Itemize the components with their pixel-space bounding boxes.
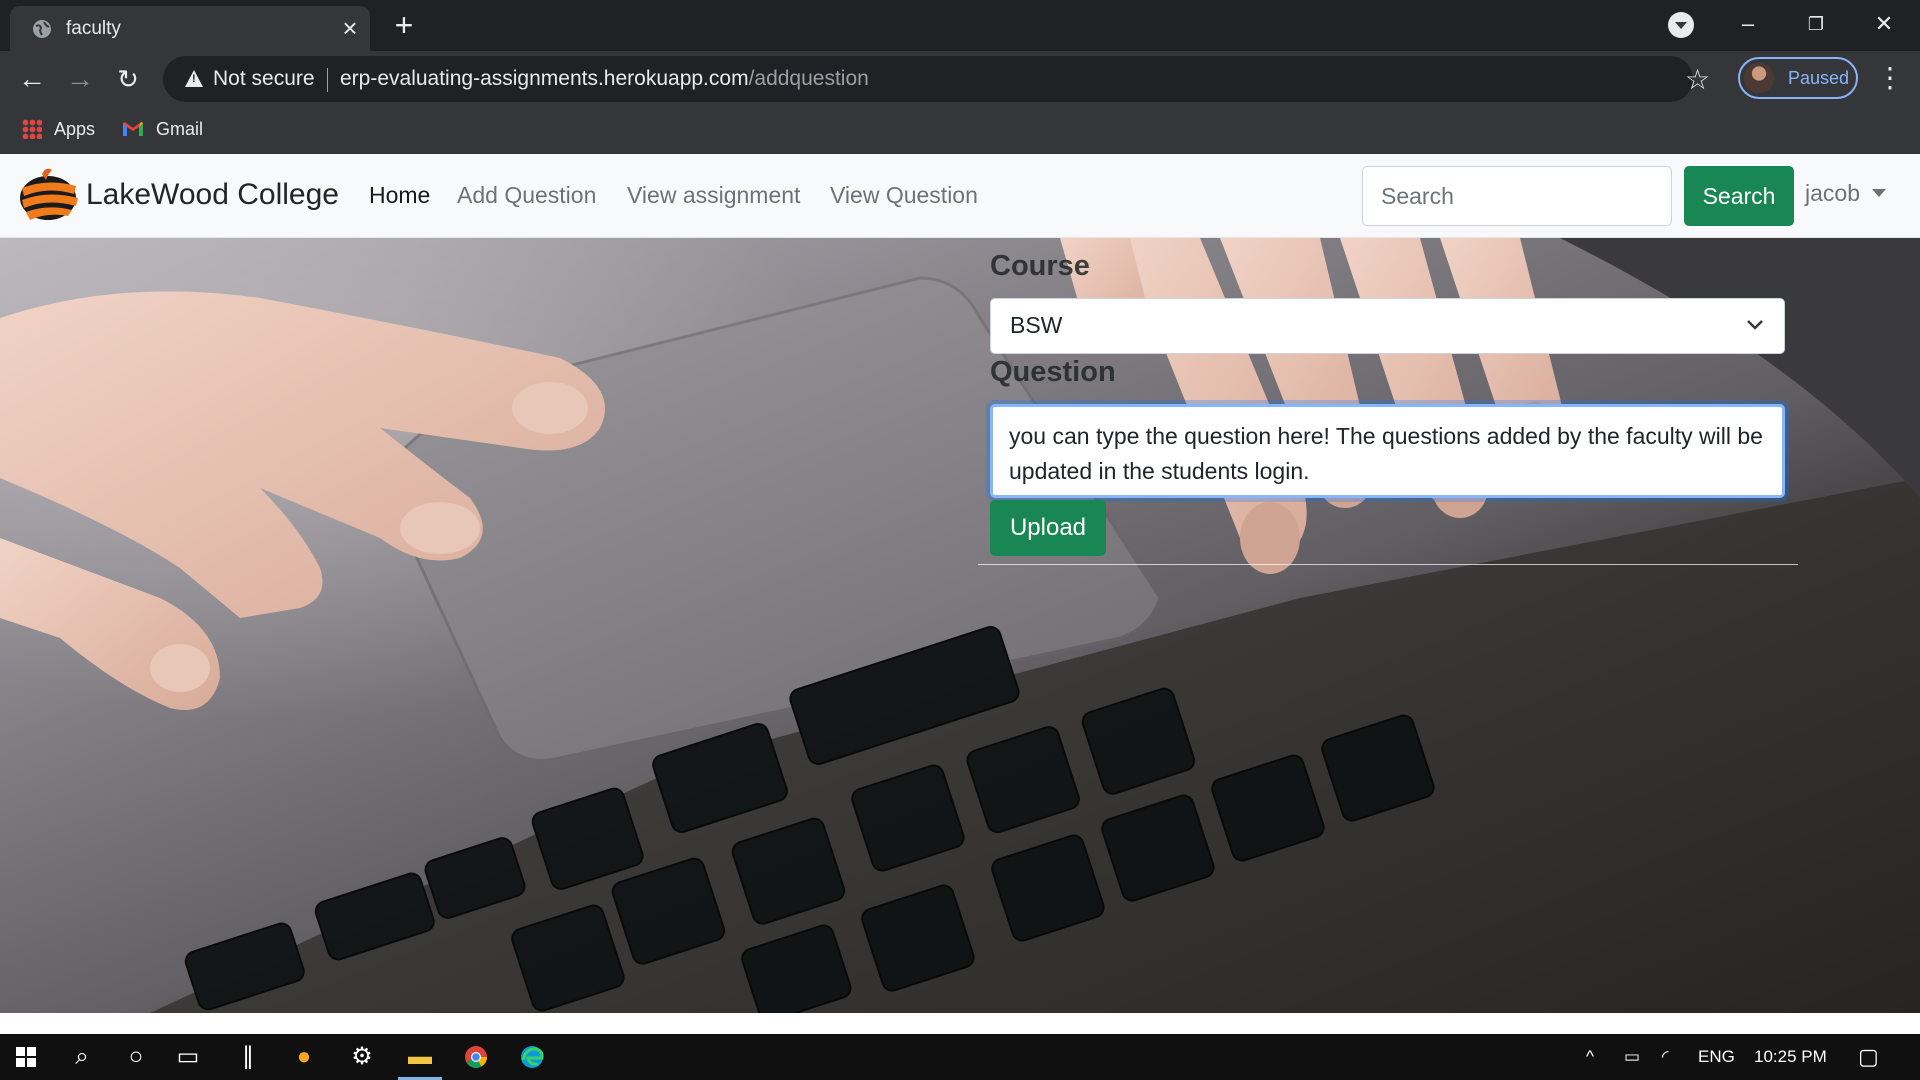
browser-tab[interactable]: faculty × bbox=[10, 6, 370, 51]
bookmark-star-icon[interactable]: ☆ bbox=[1685, 63, 1710, 96]
hero-background: Course BSW Question you can type the que… bbox=[0, 238, 1920, 1013]
url-host: erp-evaluating-assignments.herokuapp.com bbox=[340, 67, 749, 90]
course-select[interactable]: BSW bbox=[990, 298, 1785, 354]
tab-title: faculty bbox=[66, 18, 121, 39]
course-label: Course bbox=[990, 250, 1090, 282]
search-button[interactable]: Search bbox=[1684, 166, 1794, 226]
pen-app-icon[interactable]: ∥ bbox=[222, 1034, 274, 1080]
globe-icon bbox=[33, 20, 51, 38]
reload-icon[interactable]: ↻ bbox=[110, 61, 146, 97]
clock[interactable]: 10:25 PM bbox=[1754, 1034, 1827, 1080]
close-window-icon[interactable]: ✕ bbox=[1864, 6, 1904, 42]
bookmarks-bar: Apps Gmail bbox=[0, 106, 1920, 154]
cortana-icon[interactable]: ○ bbox=[110, 1034, 162, 1080]
site-navbar: LakeWood College Home Add Question View … bbox=[0, 154, 1920, 238]
wifi-icon[interactable]: ◜ bbox=[1662, 1034, 1669, 1080]
battery-icon[interactable]: ▭ bbox=[1624, 1034, 1640, 1080]
address-separator bbox=[327, 68, 328, 92]
url-text[interactable]: erp-evaluating-assignments.herokuapp.com… bbox=[340, 67, 869, 91]
caret-down-icon bbox=[1871, 189, 1886, 197]
question-label: Question bbox=[990, 356, 1116, 388]
nav-link-add-question[interactable]: Add Question bbox=[457, 182, 596, 209]
windows-taskbar: ⌕ ○ ▭ ∥ ● ⚙ ▬ ^ ▭ ◜ ENG 10:25 PM ▢ bbox=[0, 1034, 1920, 1080]
search-input[interactable] bbox=[1362, 166, 1672, 226]
file-explorer-icon[interactable]: ▬ bbox=[394, 1034, 446, 1080]
minimize-icon[interactable]: – bbox=[1728, 6, 1768, 42]
nav-link-view-assignment[interactable]: View assignment bbox=[627, 182, 800, 209]
tab-search-icon[interactable] bbox=[1668, 12, 1694, 38]
forward-icon[interactable]: → bbox=[62, 61, 98, 97]
user-name: jacob bbox=[1805, 180, 1860, 206]
nav-link-view-question[interactable]: View Question bbox=[830, 182, 978, 209]
profile-button[interactable]: Paused bbox=[1738, 57, 1858, 99]
gmail-icon bbox=[123, 122, 143, 136]
avatar bbox=[1744, 63, 1774, 93]
restore-icon[interactable]: ❐ bbox=[1796, 6, 1836, 42]
upload-button[interactable]: Upload bbox=[990, 500, 1106, 556]
course-selected-value: BSW bbox=[1010, 312, 1063, 338]
search-icon[interactable]: ⌕ bbox=[56, 1034, 108, 1080]
browser-tab-strip: faculty × + – ❐ ✕ bbox=[0, 0, 1920, 51]
form-divider bbox=[978, 564, 1798, 565]
bookmark-apps[interactable]: Apps bbox=[22, 114, 95, 144]
bookmark-apps-label: Apps bbox=[54, 119, 96, 139]
college-logo-icon[interactable] bbox=[16, 164, 84, 228]
bookmark-gmail-label: Gmail bbox=[156, 119, 204, 139]
page-viewport: LakeWood College Home Add Question View … bbox=[0, 154, 1920, 1034]
chrome-icon[interactable] bbox=[450, 1034, 502, 1080]
task-view-icon[interactable]: ▭ bbox=[162, 1034, 214, 1080]
question-textarea[interactable]: you can type the question here! The ques… bbox=[990, 404, 1785, 498]
language-indicator[interactable]: ENG bbox=[1698, 1034, 1735, 1080]
notifications-icon[interactable]: ▢ bbox=[1858, 1034, 1879, 1080]
security-label[interactable]: Not secure bbox=[213, 67, 315, 91]
browser-toolbar: ← → ↻ Not secure erp-evaluating-assignme… bbox=[0, 51, 1920, 106]
back-icon[interactable]: ← bbox=[14, 61, 50, 97]
edge-icon[interactable] bbox=[506, 1034, 558, 1080]
apps-grid-icon bbox=[22, 119, 42, 139]
windows-start-icon[interactable] bbox=[0, 1034, 52, 1080]
chevron-down-icon bbox=[1747, 320, 1763, 330]
user-dropdown[interactable]: jacob bbox=[1805, 180, 1886, 207]
tray-chevron-up-icon[interactable]: ^ bbox=[1586, 1034, 1594, 1080]
brand-name[interactable]: LakeWood College bbox=[86, 178, 339, 212]
laptop-hands-photo bbox=[0, 238, 1920, 1013]
url-path: /addquestion bbox=[748, 67, 869, 90]
settings-gear-icon[interactable]: ⚙ bbox=[336, 1034, 388, 1080]
profile-status: Paused bbox=[1788, 68, 1850, 88]
close-tab-icon[interactable]: × bbox=[336, 14, 364, 42]
address-bar[interactable]: Not secure erp-evaluating-assignments.he… bbox=[163, 56, 1710, 102]
more-menu-icon[interactable]: ⋮ bbox=[1876, 61, 1904, 94]
new-tab-button[interactable]: + bbox=[388, 9, 420, 42]
fruit-app-icon[interactable]: ● bbox=[278, 1034, 330, 1080]
warning-icon bbox=[185, 70, 203, 87]
bookmark-gmail[interactable]: Gmail bbox=[122, 114, 203, 144]
nav-link-home[interactable]: Home bbox=[369, 182, 430, 209]
